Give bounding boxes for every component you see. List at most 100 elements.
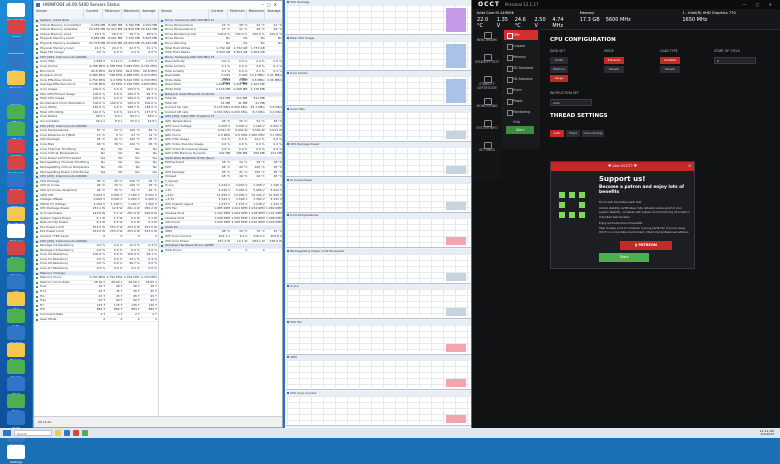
desktop-icon[interactable]: OBS [7, 275, 25, 294]
main-nav-system-info[interactable]: SYSTEM INFO [472, 117, 502, 139]
sensor-value: 3,240 RPM [248, 220, 265, 225]
window-controls[interactable]: –▢✕ [262, 1, 280, 9]
desktop-icon[interactable]: HandBrake [7, 207, 25, 226]
desktop-icon[interactable]: VLC [7, 292, 25, 311]
thread-core-cycling[interactable]: Core Cycling [582, 130, 604, 137]
sensor-name: GPU [#0]: Intel UHD Graphics 770 [159, 115, 214, 119]
column-header[interactable]: Current [209, 9, 228, 19]
mode-extreme[interactable]: Extreme [604, 57, 624, 64]
desktop-icon[interactable]: Explorer [7, 71, 25, 90]
test-item-cpu[interactable]: CPU [504, 30, 538, 40]
hwinfo-taskbar-icon[interactable] [82, 430, 88, 436]
windows-start-icon[interactable] [3, 430, 11, 436]
sensor-row[interactable]: Total Errors 0 0 0 [159, 248, 282, 254]
column-header[interactable]: Average [265, 9, 282, 19]
taskbar-search-input[interactable]: Search [14, 430, 52, 436]
main-nav-settings[interactable]: SETTINGS [472, 139, 502, 161]
desktop-icon[interactable]: Firefox [7, 241, 25, 260]
sensor-graph-window[interactable]: Core Clocks [286, 71, 471, 106]
test-item-vram[interactable]: Vram [504, 85, 538, 95]
start-test-button[interactable]: Start [506, 126, 534, 134]
sensor-value: 0.000 KB/s [231, 109, 248, 114]
desktop-icon[interactable]: 7-Zip [7, 309, 25, 328]
column-header[interactable]: Average [140, 9, 160, 19]
hwinfo-column-headers: Sensor Current Minimum Maximum Average Sensor… [34, 9, 282, 19]
graph-series [446, 79, 466, 103]
desktop-icon[interactable]: Cinebench [7, 156, 25, 175]
sensor-graph-window[interactable]: Total CPU Usage [286, 35, 471, 71]
test-item-monitoring-only[interactable]: Monitoring Only [504, 107, 538, 124]
sensor-value: 0.0 % [113, 266, 123, 271]
thread-fixed[interactable]: Fixed [566, 130, 580, 137]
sensor-row[interactable]: Gear Mode 2 2 2 2 [34, 317, 158, 323]
desktop-icon[interactable]: HWiNFO64 [7, 37, 25, 56]
sensor-graph-window[interactable]: IA Cores Power [286, 177, 471, 213]
desktop-icon[interactable]: Excel [7, 394, 25, 413]
sensor-graph-window[interactable]: CPU Package Power [286, 142, 471, 177]
main-nav-stability-test[interactable]: STABILITY TEST [472, 51, 502, 73]
desktop-icon[interactable]: CPU-Z [7, 105, 25, 124]
sensor-graph-window[interactable]: CPU Package [286, 0, 471, 35]
sensor-graph-window[interactable]: Vcore [286, 284, 471, 319]
desktop-icon[interactable]: AIDA64 [7, 139, 25, 158]
test-item-power[interactable]: Power [504, 96, 538, 106]
data-set-large[interactable]: Large [550, 75, 568, 82]
patreon-button[interactable]: ▮ PATREON [620, 241, 672, 250]
test-item-linpack[interactable]: Linpack [504, 41, 538, 51]
column-header[interactable]: Maximum [121, 9, 141, 19]
column-header[interactable]: Sensor [159, 9, 210, 19]
desktop-icon[interactable]: GPU-Z [7, 122, 25, 141]
edge-icon[interactable] [64, 430, 70, 436]
desktop-icon[interactable]: Edge [7, 54, 25, 73]
load-steady[interactable]: Steady [660, 66, 680, 73]
test-item-3d-standard[interactable]: 3D Standard [504, 63, 538, 73]
column-header[interactable]: Minimum [227, 9, 247, 19]
sensor-name: Write Total [159, 88, 214, 92]
close-icon[interactable]: ✕ [688, 162, 691, 171]
explorer-icon[interactable] [55, 430, 61, 436]
test-item-3d-adaptive[interactable]: 3D Adaptive [504, 74, 538, 84]
sensor-graph-window[interactable]: Package/Ring Power Limit Exceeded [286, 248, 471, 284]
sensor-name: Drive Failure [159, 37, 214, 41]
desktop-icon[interactable]: Settings [7, 445, 25, 464]
sensor-graph-window[interactable]: VRM [286, 355, 471, 390]
desktop-icon[interactable]: OCCT [7, 20, 25, 39]
window-controls[interactable]: — ▢ ✕ [742, 2, 776, 7]
start-cycle-input[interactable]: 0 [714, 57, 756, 64]
desktop-icon[interactable]: Recycle Bin [7, 3, 25, 22]
load-variable[interactable]: Variable [660, 57, 680, 64]
desktop-icon[interactable]: Word [7, 377, 25, 396]
main-nav-stability-certificate[interactable]: STABILITY CERTIFICATE [472, 73, 502, 95]
test-item-memory[interactable]: Memory [504, 52, 538, 62]
column-header[interactable]: Minimum [102, 9, 122, 19]
instruction-set-select[interactable]: Auto [550, 99, 592, 106]
sensor-name: Uncore Ratio [34, 120, 89, 124]
mode-steady[interactable]: Steady [604, 66, 624, 73]
desktop-icon[interactable]: Prime95 [7, 173, 25, 192]
desktop-icon[interactable]: Paint [7, 411, 25, 430]
sensor-graph-window[interactable]: Core Temperatures [286, 213, 471, 248]
sensor-name: Memory Timings [34, 272, 89, 276]
desktop-icon[interactable]: Notepad [7, 224, 25, 243]
main-nav-benchmark[interactable]: BENCHMARK [472, 29, 502, 51]
sensor-name: Core Max [34, 143, 89, 147]
desktop-icon[interactable]: WinRAR [7, 326, 25, 345]
desktop-icon[interactable]: Blender [7, 343, 25, 362]
main-nav-monitoring[interactable]: MONITORING [472, 95, 502, 117]
modal-start-button[interactable]: Start [599, 253, 649, 262]
desktop-icon[interactable]: 3DMark [7, 190, 25, 209]
column-header[interactable]: Current [84, 9, 103, 19]
column-header[interactable]: Sensor [34, 9, 85, 19]
sensor-name: Trfc [34, 308, 89, 312]
desktop-icon[interactable]: Steam [7, 88, 25, 107]
sensor-graph-window[interactable]: CPU Fan [286, 319, 471, 355]
sensor-graph-window[interactable]: Core VIDs [286, 106, 471, 142]
desktop-icon[interactable]: Chrome [7, 258, 25, 277]
sensor-graph-window[interactable]: CPU Core Current [286, 390, 471, 426]
occt-taskbar-icon[interactable] [73, 430, 79, 436]
data-set-medium[interactable]: Medium [550, 66, 568, 73]
column-header[interactable]: Maximum [246, 9, 266, 19]
thread-auto[interactable]: Auto [550, 130, 564, 137]
desktop-icon[interactable]: Chrome [7, 360, 25, 379]
data-set-small[interactable]: Small [550, 57, 568, 64]
